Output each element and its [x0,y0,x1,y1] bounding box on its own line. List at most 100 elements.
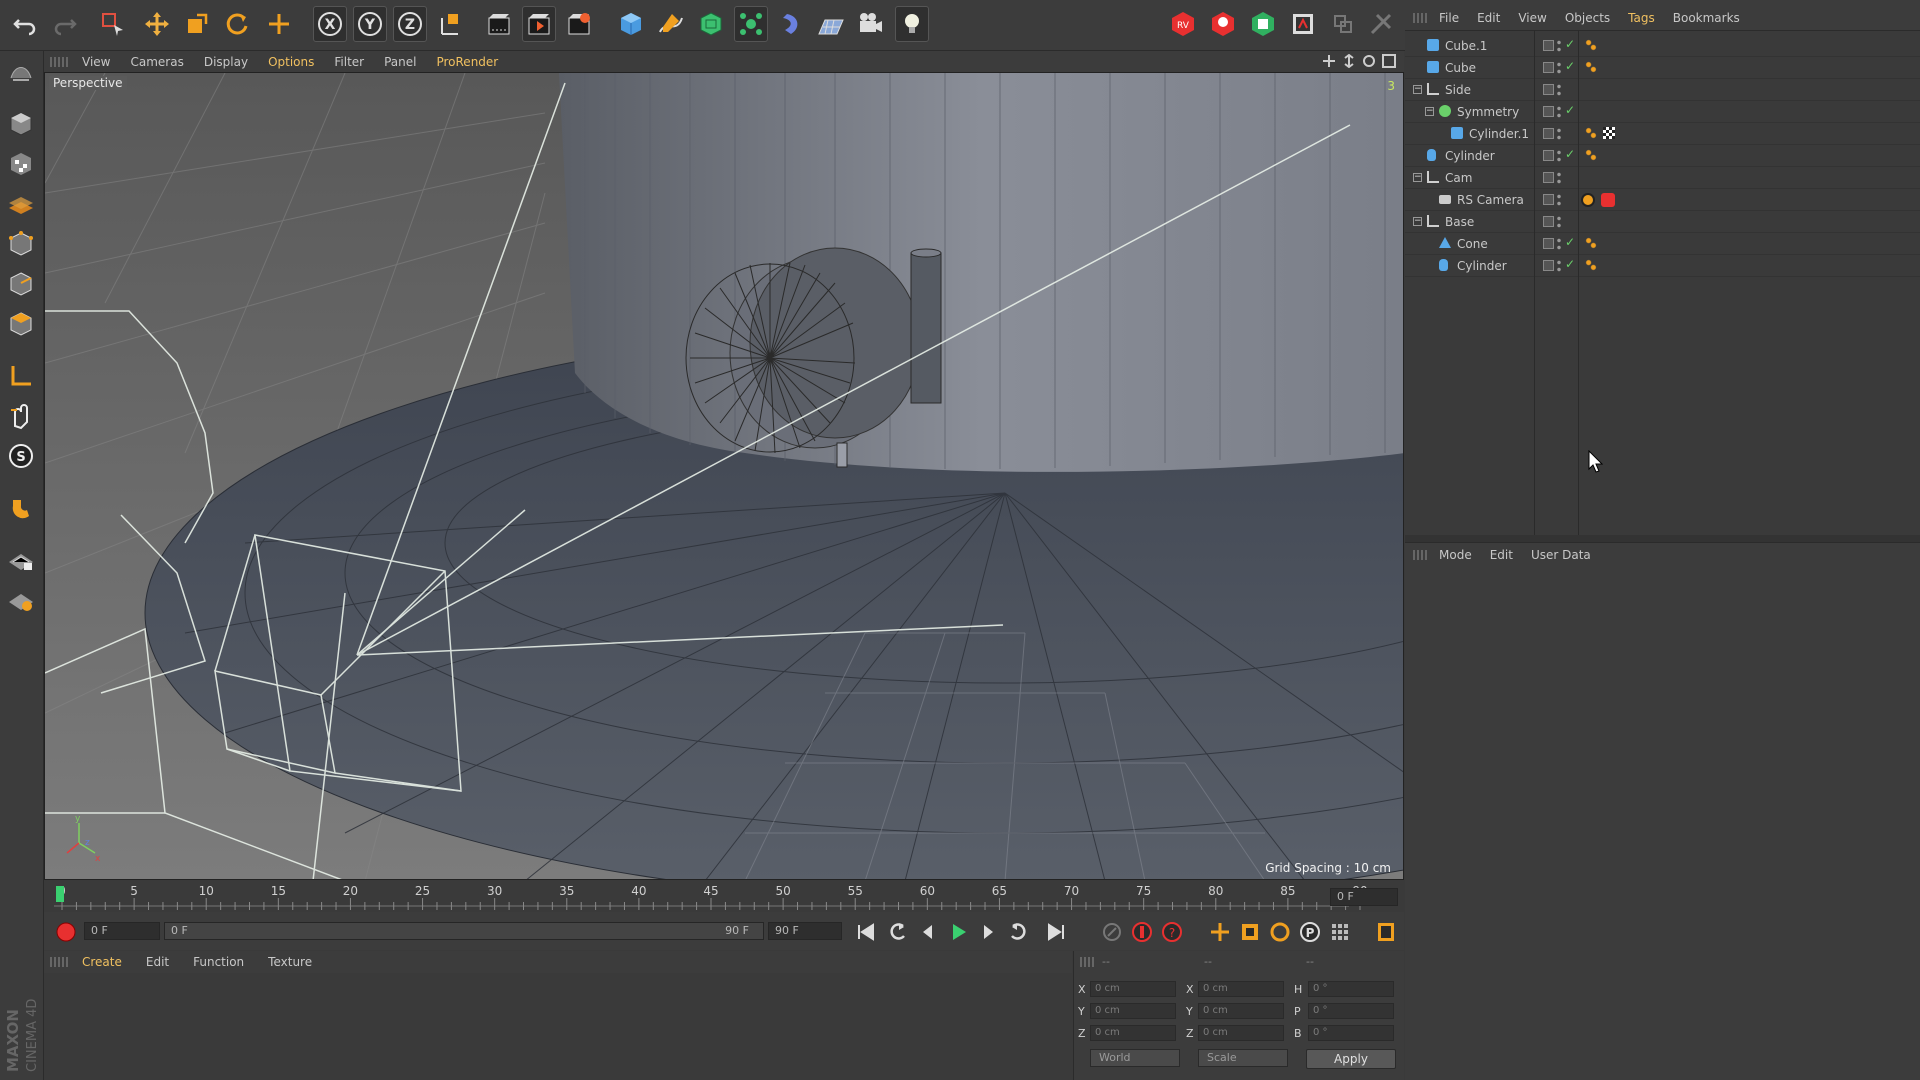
subdivision-icon[interactable] [694,6,728,42]
orbit-icon[interactable] [1362,54,1376,68]
expand-toggle-icon[interactable]: − [1413,217,1422,226]
redshift-tools-icon[interactable] [1364,6,1398,42]
expand-toggle-icon[interactable]: − [1425,107,1434,116]
protection-tag-icon[interactable] [1581,193,1595,207]
pos-y-field[interactable]: 0 cm [1090,1003,1176,1019]
object-row[interactable]: − Side [1405,79,1920,101]
object-row[interactable]: Cone ✓ [1405,233,1920,255]
enabled-check-icon[interactable]: ✓ [1565,37,1575,51]
apply-button[interactable]: Apply [1306,1049,1396,1069]
pan-icon[interactable] [1322,54,1336,68]
record-active-icon[interactable] [1130,920,1154,944]
previous-key-icon[interactable] [886,920,910,944]
object-name[interactable]: RS Camera [1457,193,1524,207]
x-axis-lock-icon[interactable]: X [313,6,347,42]
object-row[interactable]: − Base [1405,211,1920,233]
motion-path-icon[interactable] [1100,920,1124,944]
viewport-menu-view[interactable]: View [82,55,110,69]
redshift-light-icon[interactable] [1206,6,1240,42]
object-menu-view[interactable]: View [1518,11,1546,25]
phong-tag-icon[interactable] [1585,61,1597,73]
viewport-menu-cameras[interactable]: Cameras [130,55,183,69]
enabled-check-icon[interactable]: ✓ [1565,59,1575,73]
camera-icon[interactable] [854,6,888,42]
pen-spline-icon[interactable] [654,6,688,42]
object-name[interactable]: Symmetry [1457,105,1519,119]
end-frame-field[interactable]: 90 F [768,922,842,940]
object-menu-bookmarks[interactable]: Bookmarks [1673,11,1740,25]
editor-visibility-icon[interactable] [1543,62,1554,73]
perspective-viewport[interactable]: y z x Perspective 3 Grid Spacing : 10 cm [44,72,1404,880]
render-view-icon[interactable] [482,6,516,42]
next-key-icon[interactable] [1006,920,1030,944]
key-rotation-icon[interactable] [1268,920,1292,944]
pos-z-field[interactable]: 0 cm [1090,1025,1176,1041]
light-icon[interactable] [895,6,929,42]
play-icon[interactable] [946,920,970,944]
size-x-field[interactable]: 0 cm [1198,981,1284,997]
object-row[interactable]: − Symmetry ✓ [1405,101,1920,123]
object-name[interactable]: Side [1445,83,1471,97]
edges-mode-icon[interactable] [4,267,38,301]
current-frame-field[interactable]: 0 F [84,922,160,940]
phong-tag-icon[interactable] [1585,237,1597,249]
object-row[interactable]: Cylinder ✓ [1405,255,1920,277]
go-to-start-icon[interactable] [854,920,878,944]
enabled-check-icon[interactable]: ✓ [1565,103,1575,117]
object-name[interactable]: Cam [1445,171,1472,185]
visibility-dots-icon[interactable] [1557,127,1561,141]
viewport-menu-display[interactable]: Display [204,55,248,69]
polygons-mode-icon[interactable] [4,307,38,341]
coordinate-mode-dropdown[interactable]: World [1090,1049,1180,1067]
editor-visibility-icon[interactable] [1543,84,1554,95]
object-row[interactable]: Cube ✓ [1405,57,1920,79]
rot-b-field[interactable]: 0 ° [1308,1025,1394,1041]
material-menu-function[interactable]: Function [193,955,244,969]
add-object-icon[interactable] [262,6,296,42]
workplane-icon[interactable] [4,187,38,221]
zoom-icon[interactable] [1342,54,1356,68]
phong-tag-icon[interactable] [1585,127,1597,139]
panel-splitter[interactable] [1405,535,1920,542]
key-pla-icon[interactable] [1328,920,1352,944]
magnet-icon[interactable] [4,491,38,525]
visibility-dots-icon[interactable] [1557,83,1561,97]
object-row[interactable]: Cube.1 ✓ [1405,35,1920,57]
enabled-check-icon[interactable]: ✓ [1565,257,1575,271]
visibility-dots-icon[interactable] [1557,237,1561,251]
material-menu-texture[interactable]: Texture [268,955,312,969]
visibility-dots-icon[interactable] [1557,39,1561,53]
editor-visibility-icon[interactable] [1543,194,1554,205]
object-name[interactable]: Base [1445,215,1474,229]
expand-toggle-icon[interactable]: − [1413,85,1422,94]
timeline-window-icon[interactable] [1374,920,1398,944]
locked-workplane-icon[interactable] [4,543,38,577]
object-name[interactable]: Cylinder [1457,259,1507,273]
redshift-render-icon[interactable]: RV [1166,6,1200,42]
world-coordinates-icon[interactable] [433,6,467,42]
go-to-end-icon[interactable] [1044,920,1068,944]
object-menu-edit[interactable]: Edit [1477,11,1500,25]
material-menu-create[interactable]: Create [82,955,122,969]
object-name[interactable]: Cylinder [1445,149,1495,163]
object-name[interactable]: Cone [1457,237,1488,251]
attributes-menu-edit[interactable]: Edit [1490,548,1513,562]
panel-grip-icon[interactable] [50,56,68,67]
object-menu-file[interactable]: File [1439,11,1459,25]
rot-p-field[interactable]: 0 ° [1308,1003,1394,1019]
expand-toggle-icon[interactable]: − [1413,173,1422,182]
next-frame-icon[interactable] [976,920,1000,944]
points-mode-icon[interactable] [4,227,38,261]
pos-x-field[interactable]: 0 cm [1090,981,1176,997]
move-icon[interactable] [140,6,174,42]
frame-range-slider[interactable]: 0 F 90 F [164,922,764,940]
axis-mode-icon[interactable] [4,359,38,393]
scale-icon[interactable] [180,6,214,42]
viewport-menu-filter[interactable]: Filter [334,55,364,69]
object-row[interactable]: Cylinder ✓ [1405,145,1920,167]
z-axis-lock-icon[interactable]: Z [393,6,427,42]
editor-visibility-icon[interactable] [1543,172,1554,183]
render-picture-viewer-icon[interactable] [522,6,556,42]
record-keys-icon[interactable] [54,920,78,944]
render-settings-icon[interactable] [562,6,596,42]
